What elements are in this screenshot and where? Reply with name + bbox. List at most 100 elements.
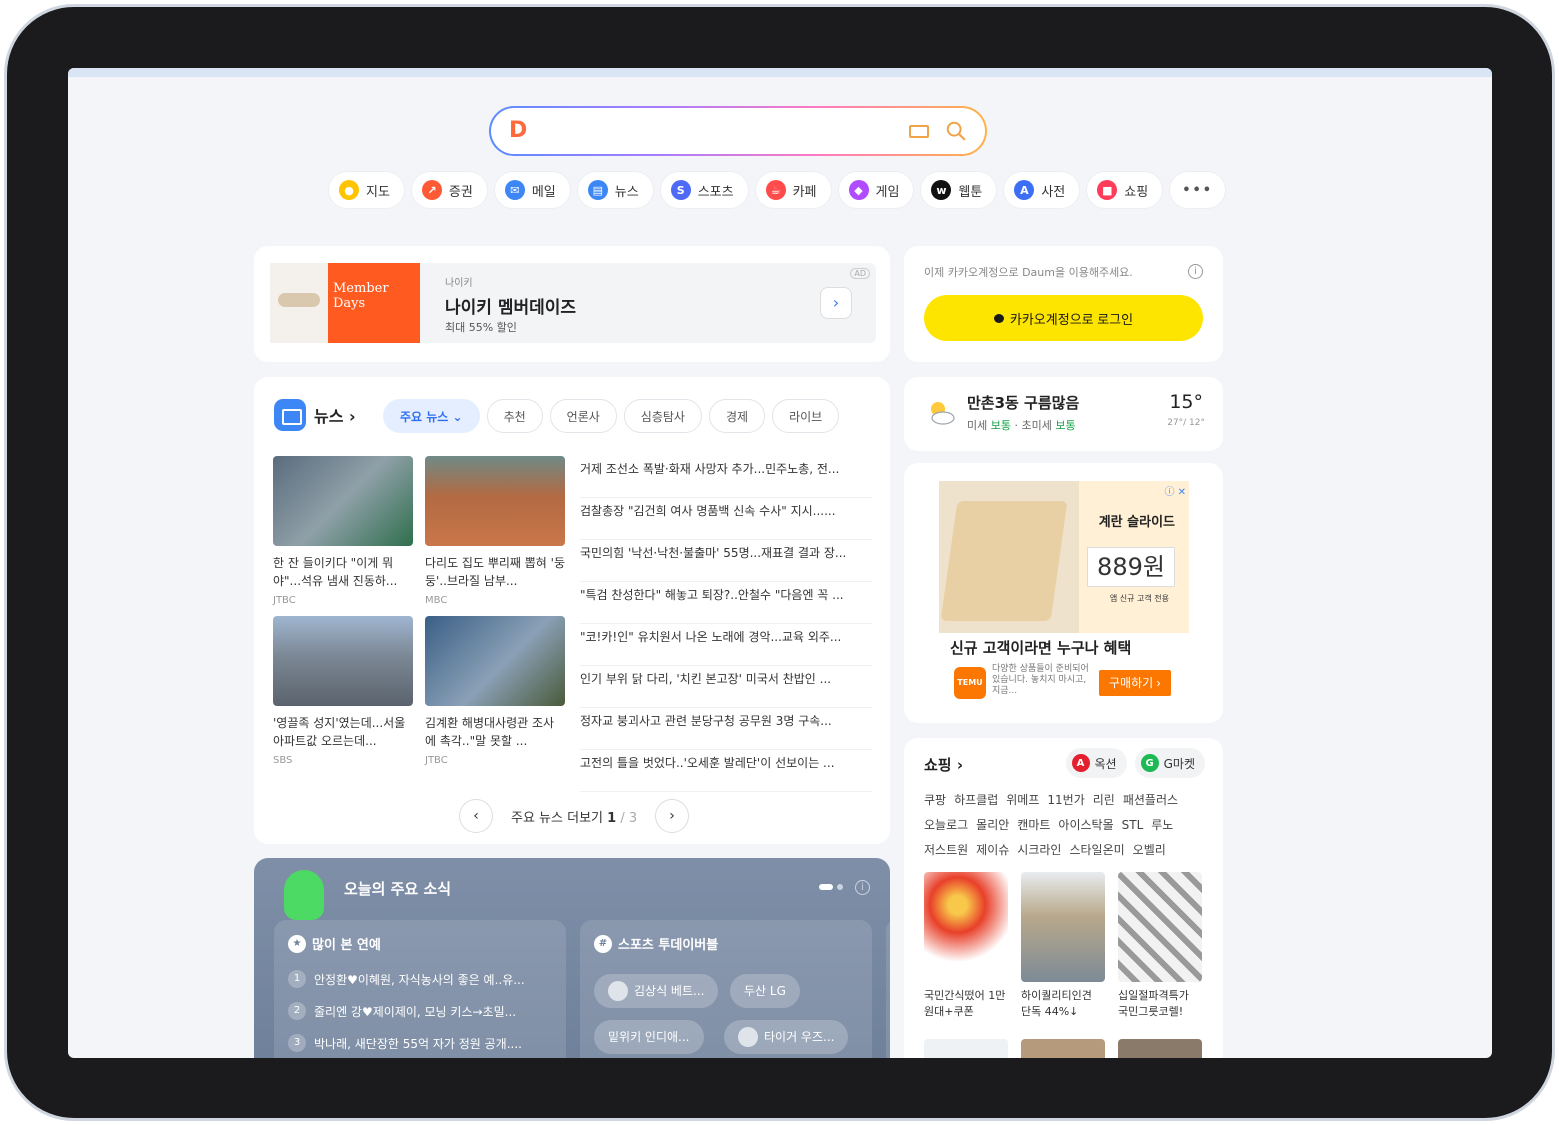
chevron-left-icon[interactable]: ‹	[459, 799, 493, 833]
mall-link[interactable]: STL	[1122, 813, 1144, 838]
service-sports[interactable]: S 스포츠	[659, 171, 749, 209]
mall-link[interactable]: 11번가	[1047, 788, 1084, 813]
product-item[interactable]: 십일절파격특가 국민그릇코렐!	[1118, 872, 1202, 1020]
service-dictionary[interactable]: A 사전	[1003, 171, 1081, 209]
headline-item[interactable]: "코!카!인" 유치원서 나온 노래에 경악...교육 외주...	[580, 624, 872, 666]
news-thumbnail-image	[273, 616, 413, 706]
egg-rack-image	[940, 501, 1068, 621]
news-thumb-item[interactable]: '영끌족 성지'였는데...서울 아파트값 오르는데... SBS	[273, 616, 413, 766]
tab-recommended[interactable]: 추천	[486, 399, 543, 433]
ranking-item[interactable]: 1 안정환♥이혜원, 자식농사의 좋은 예..유...	[288, 970, 525, 988]
headline-item[interactable]: 정자교 붕괴사고 관련 분당구청 공무원 3명 구속...	[580, 708, 872, 750]
sports-chip[interactable]: 두산 LG	[730, 974, 800, 1008]
info-icon[interactable]: i	[855, 880, 870, 895]
headline-item[interactable]: 검찰총장 "김건희 여사 명품백 신속 수사" 지시......	[580, 498, 872, 540]
mall-link[interactable]: 패션플러스	[1123, 788, 1178, 813]
news-section-title[interactable]: 뉴스 ›	[314, 403, 356, 427]
next-card-peek	[886, 920, 906, 1058]
product-image	[924, 872, 1008, 982]
auction-button[interactable]: A 옥션	[1065, 748, 1127, 778]
shopping-title[interactable]: 쇼핑 ›	[924, 754, 963, 775]
avatar	[738, 1027, 758, 1047]
headline-item[interactable]: 국민의힘 '낙선·낙천·불출마' 55명...재표결 결과 장...	[580, 540, 872, 582]
news-thumb-item[interactable]: 김계환 해병대사령관 조사에 촉각.."말 못할 ... JTBC	[425, 616, 565, 766]
news-thumb-item[interactable]: 다리도 집도 뿌리째 뽑혀 '둥둥'..브라질 남부... MBC	[425, 456, 565, 606]
today-title: 오늘의 주요 소식	[344, 880, 452, 898]
tab-live[interactable]: 라이브	[772, 399, 840, 433]
mall-link[interactable]: 저스트원	[924, 838, 968, 863]
keyboard-icon[interactable]	[909, 125, 929, 138]
mall-link[interactable]: 몰리안	[976, 813, 1009, 838]
weather-card[interactable]: 만촌3동 구름많음 미세 보통 · 초미세 보통 15° 27°/ 12°	[904, 377, 1223, 451]
gmarket-button[interactable]: G G마켓	[1134, 748, 1205, 778]
nike-ad[interactable]: Member Days 나이키 나이키 멤버데이즈 최대 55% 할인 AD ›	[270, 263, 876, 343]
mall-link[interactable]: 캔마트	[1017, 813, 1050, 838]
service-news[interactable]: ▤ 뉴스	[576, 171, 654, 209]
sports-chip[interactable]: 김상식 베트...	[594, 974, 719, 1008]
mall-link[interactable]: 루노	[1151, 813, 1173, 838]
news-thumbnail-image	[425, 456, 565, 546]
service-game[interactable]: ◆ 게임	[837, 171, 915, 209]
carousel-indicator[interactable]	[819, 884, 845, 890]
headline-item[interactable]: 거제 조선소 폭발·화재 사망자 추가...민주노총, 전...	[580, 456, 872, 498]
news-thumb-item[interactable]: 한 잔 들이키다 "이게 뭐야"...석유 냄새 진동하... JTBC	[273, 456, 413, 606]
mall-link[interactable]: 위메프	[1006, 788, 1039, 813]
more-news-link[interactable]: 주요 뉴스 더보기 1 / 3	[511, 807, 637, 826]
product-image[interactable]	[1021, 1039, 1105, 1058]
buy-button[interactable]: 구매하기 ›	[1099, 670, 1171, 696]
product-image[interactable]	[924, 1039, 1008, 1058]
product-item[interactable]: 하이퀄리티인견 단독 44%↓	[1021, 872, 1105, 1020]
info-icon[interactable]: i	[1188, 264, 1203, 279]
news-thumbnail-image	[273, 456, 413, 546]
headline-item[interactable]: 고전의 틀을 벗었다..'오세훈 발레단'이 선보이는 ...	[580, 750, 872, 792]
ad-close-icon[interactable]: ⓘ ✕	[1164, 483, 1186, 498]
headline-item[interactable]: "특검 찬성한다" 해놓고 퇴장?..안철수 "다음엔 꼭 ...	[580, 582, 872, 624]
ranking-item[interactable]: 2 줄리엔 강♥제이제이, 모닝 키스→초밀...	[288, 1002, 516, 1020]
browser-viewport: D ● 지도 ↗ 증권 ✉ 메일 ▤ 뉴스 S 스포츠 ☕ 카페 ◆ 게임 w 웹툰 A 사전 ■…	[68, 68, 1492, 1058]
sports-chip[interactable]: 타이거 우즈...	[724, 1020, 849, 1054]
ranking-item[interactable]: 3 박나래, 새단장한 55억 자가 정원 공개....	[288, 1034, 522, 1052]
search-input[interactable]	[541, 116, 881, 146]
news-card: 뉴스 › 주요 뉴스 ⌄ 추천 언론사 심층탐사 경제 라이브 한 잔 들이키다…	[254, 377, 890, 844]
shopping-icon: ■	[1097, 180, 1118, 200]
service-webtoon[interactable]: w 웹툰	[920, 171, 998, 209]
ad-title: 나이키 멤버데이즈	[445, 298, 577, 318]
search-icon[interactable]	[945, 120, 967, 142]
headline-item[interactable]: 인기 부위 닭 다리, '치킨 본고장' 미국서 찬밥인 ...	[580, 666, 872, 708]
service-mail[interactable]: ✉ 메일	[493, 171, 571, 209]
mall-link[interactable]: 스타일온미	[1069, 838, 1124, 863]
product-image[interactable]	[1118, 1039, 1202, 1058]
chevron-right-icon[interactable]: ›	[655, 799, 690, 833]
temu-ad-card[interactable]: 계란 슬라이드 889원 앱 신규 고객 전용 ⓘ ✕ 신규 고객이라면 누구나…	[904, 463, 1223, 723]
service-map[interactable]: ● 지도	[328, 171, 405, 209]
mall-link[interactable]: 아이스탁몰	[1058, 813, 1113, 838]
daum-logo[interactable]: D	[509, 118, 527, 143]
mall-link[interactable]: 제이슈	[976, 838, 1009, 863]
map-pin-icon: ●	[339, 180, 359, 200]
mall-link[interactable]: 하프클럽	[954, 788, 998, 813]
mall-link[interactable]: 리린	[1093, 788, 1115, 813]
mall-link[interactable]: 시크라인	[1017, 838, 1061, 863]
weather-location: 만촌3동 구름많음	[967, 394, 1080, 412]
sports-bubble-card: # 스포츠 투데이버블 김상식 베트... 두산 LG 밑위키 인디애... 타이…	[580, 920, 872, 1058]
tab-main-news[interactable]: 주요 뉴스 ⌄	[383, 399, 480, 433]
kakao-login-button[interactable]: 카카오계정으로 로그인	[924, 295, 1203, 341]
login-note: 이제 카카오계정으로 Daum을 이용해주세요.	[924, 266, 1133, 279]
service-stock[interactable]: ↗ 증권	[410, 171, 488, 209]
product-item[interactable]: 국민간식떴어 1만원대+쿠폰	[924, 872, 1008, 1020]
mall-link[interactable]: 오벨리	[1133, 838, 1166, 863]
more-services-button[interactable]: •••	[1169, 171, 1227, 209]
tab-economy[interactable]: 경제	[708, 399, 766, 433]
chevron-right-icon[interactable]: ›	[820, 287, 852, 319]
service-cafe[interactable]: ☕ 카페	[754, 171, 832, 209]
auction-logo-icon: A	[1071, 754, 1090, 772]
service-shortcuts: ● 지도 ↗ 증권 ✉ 메일 ▤ 뉴스 S 스포츠 ☕ 카페 ◆ 게임 w 웹툰 A 사전 ■ 쇼핑…	[328, 171, 1227, 209]
mall-link[interactable]: 쿠팡	[924, 788, 946, 813]
sports-chip[interactable]: 밑위키 인디애...	[594, 1020, 704, 1054]
tab-indepth[interactable]: 심층탐사	[623, 399, 702, 433]
tab-press[interactable]: 언론사	[549, 399, 617, 433]
mall-link[interactable]: 오늘로그	[924, 813, 968, 838]
search-box: D	[489, 106, 987, 156]
ad-subtitle: 최대 55% 할인	[445, 321, 517, 334]
service-shopping[interactable]: ■ 쇼핑	[1086, 171, 1164, 209]
